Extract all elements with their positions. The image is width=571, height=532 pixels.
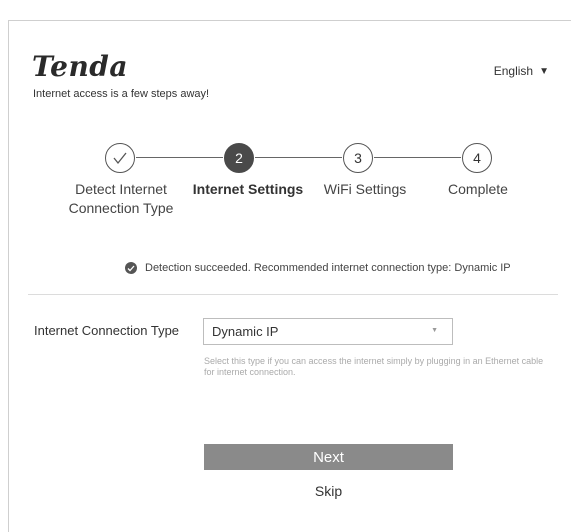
dropdown-arrow-icon: ▼	[431, 327, 438, 334]
step-2-circle: 2	[224, 143, 254, 173]
step-3-circle: 3	[343, 143, 373, 173]
step-connector-1	[136, 157, 223, 158]
step-3-label: WiFi Settings	[323, 181, 407, 197]
chevron-down-icon: ▼	[539, 65, 549, 77]
connection-type-select[interactable]: Dynamic IP ▼	[203, 318, 453, 345]
step-1-label: Detect Internet Connection Type	[68, 181, 174, 216]
connection-type-value: Dynamic IP	[212, 324, 279, 339]
language-label: English	[493, 64, 534, 78]
section-divider	[28, 294, 558, 295]
brand-logo: Tenda	[32, 50, 129, 83]
step-4-label: Complete	[448, 181, 508, 197]
step-connector-3	[374, 157, 461, 158]
connection-type-label: Internet Connection Type	[34, 323, 180, 338]
step-connector-2	[255, 157, 342, 158]
success-check-icon	[125, 262, 137, 274]
detection-message: Detection succeeded. Recommended interne…	[145, 262, 511, 274]
step-4-number: 4	[473, 150, 481, 166]
language-selector[interactable]: English ▼	[494, 64, 549, 78]
checkmark-icon	[113, 152, 127, 165]
step-2-number: 2	[235, 150, 243, 166]
step-2-label: Internet Settings	[192, 181, 304, 197]
detection-notice: Detection succeeded. Recommended interne…	[125, 262, 511, 274]
step-1-circle	[105, 143, 135, 173]
next-button[interactable]: Next	[204, 444, 453, 470]
brand-tagline: Internet access is a few steps away!	[33, 88, 210, 100]
skip-link[interactable]: Skip	[204, 483, 453, 499]
step-3-number: 3	[354, 150, 362, 166]
connection-type-hint: Select this type if you can access the i…	[204, 356, 544, 377]
step-4-circle: 4	[462, 143, 492, 173]
